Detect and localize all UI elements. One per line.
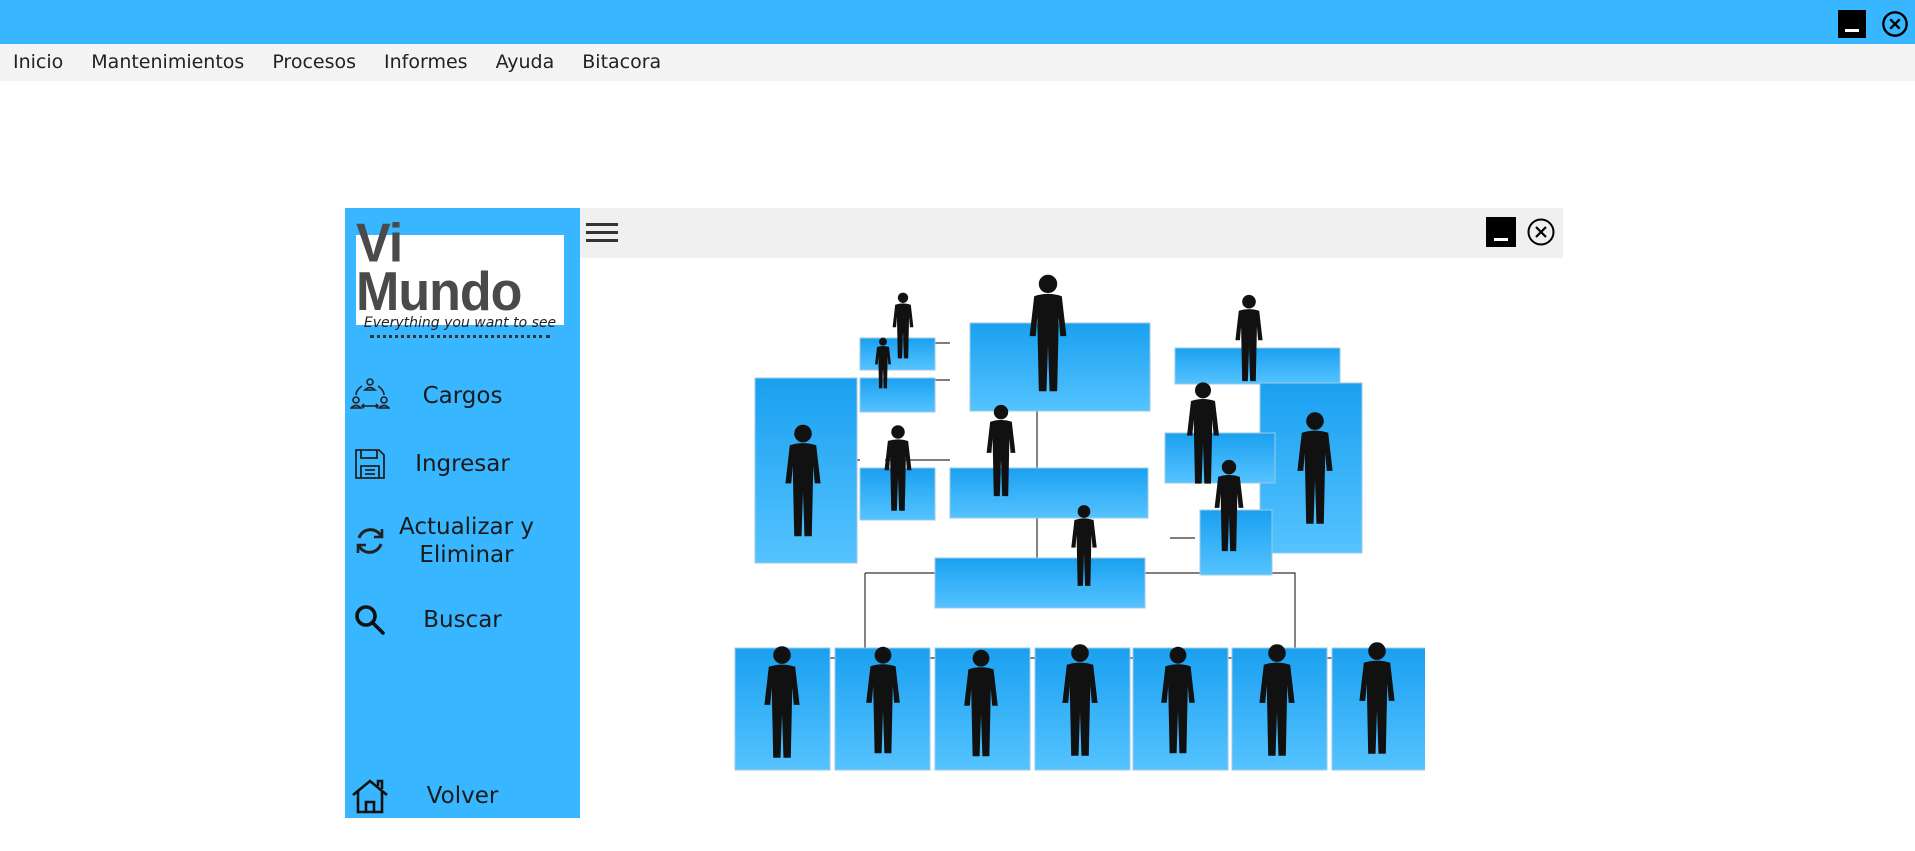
content-header <box>580 208 1563 258</box>
buscar-button[interactable]: Buscar <box>345 598 580 642</box>
search-icon <box>350 600 390 640</box>
sidebar: Vi Mundo Everything you want to see Carg… <box>345 208 580 818</box>
refresh-icon <box>350 521 390 561</box>
title-bar <box>0 0 1915 44</box>
child-close-button[interactable] <box>1526 217 1556 247</box>
logo: Vi Mundo Everything you want to see <box>356 217 564 338</box>
child-form: Vi Mundo Everything you want to see Carg… <box>345 208 1563 818</box>
menu-procesos[interactable]: Procesos <box>263 44 365 81</box>
menu-mantenimientos[interactable]: Mantenimientos <box>82 44 253 81</box>
menu-bar: Inicio Mantenimientos Procesos Informes … <box>0 44 1915 81</box>
child-minimize-button[interactable] <box>1486 217 1516 247</box>
ingresar-button[interactable]: Ingresar <box>345 442 580 486</box>
home-icon <box>350 776 390 816</box>
org-chart-image <box>734 274 1425 771</box>
cargos-button[interactable]: Cargos <box>345 374 580 418</box>
hamburger-icon[interactable] <box>584 218 620 248</box>
menu-informes[interactable]: Informes <box>375 44 477 81</box>
logo-dots <box>370 335 550 338</box>
minimize-icon <box>1838 10 1866 38</box>
window-minimize-button[interactable] <box>1838 10 1866 38</box>
volver-button[interactable]: Volver <box>345 774 580 818</box>
menu-bitacora[interactable]: Bitacora <box>573 44 670 81</box>
content-panel <box>580 208 1563 818</box>
menu-ayuda[interactable]: Ayuda <box>487 44 564 81</box>
logo-title: Vi Mundo <box>356 213 522 323</box>
menu-inicio[interactable]: Inicio <box>4 44 72 81</box>
close-circle-icon <box>1527 218 1555 246</box>
actualizar-eliminar-button[interactable]: Actualizar y Eliminar <box>345 511 580 571</box>
close-circle-icon <box>1882 11 1908 37</box>
window-close-button[interactable] <box>1881 10 1909 38</box>
floppy-disk-icon <box>350 444 390 484</box>
org-people-icon <box>350 376 390 416</box>
